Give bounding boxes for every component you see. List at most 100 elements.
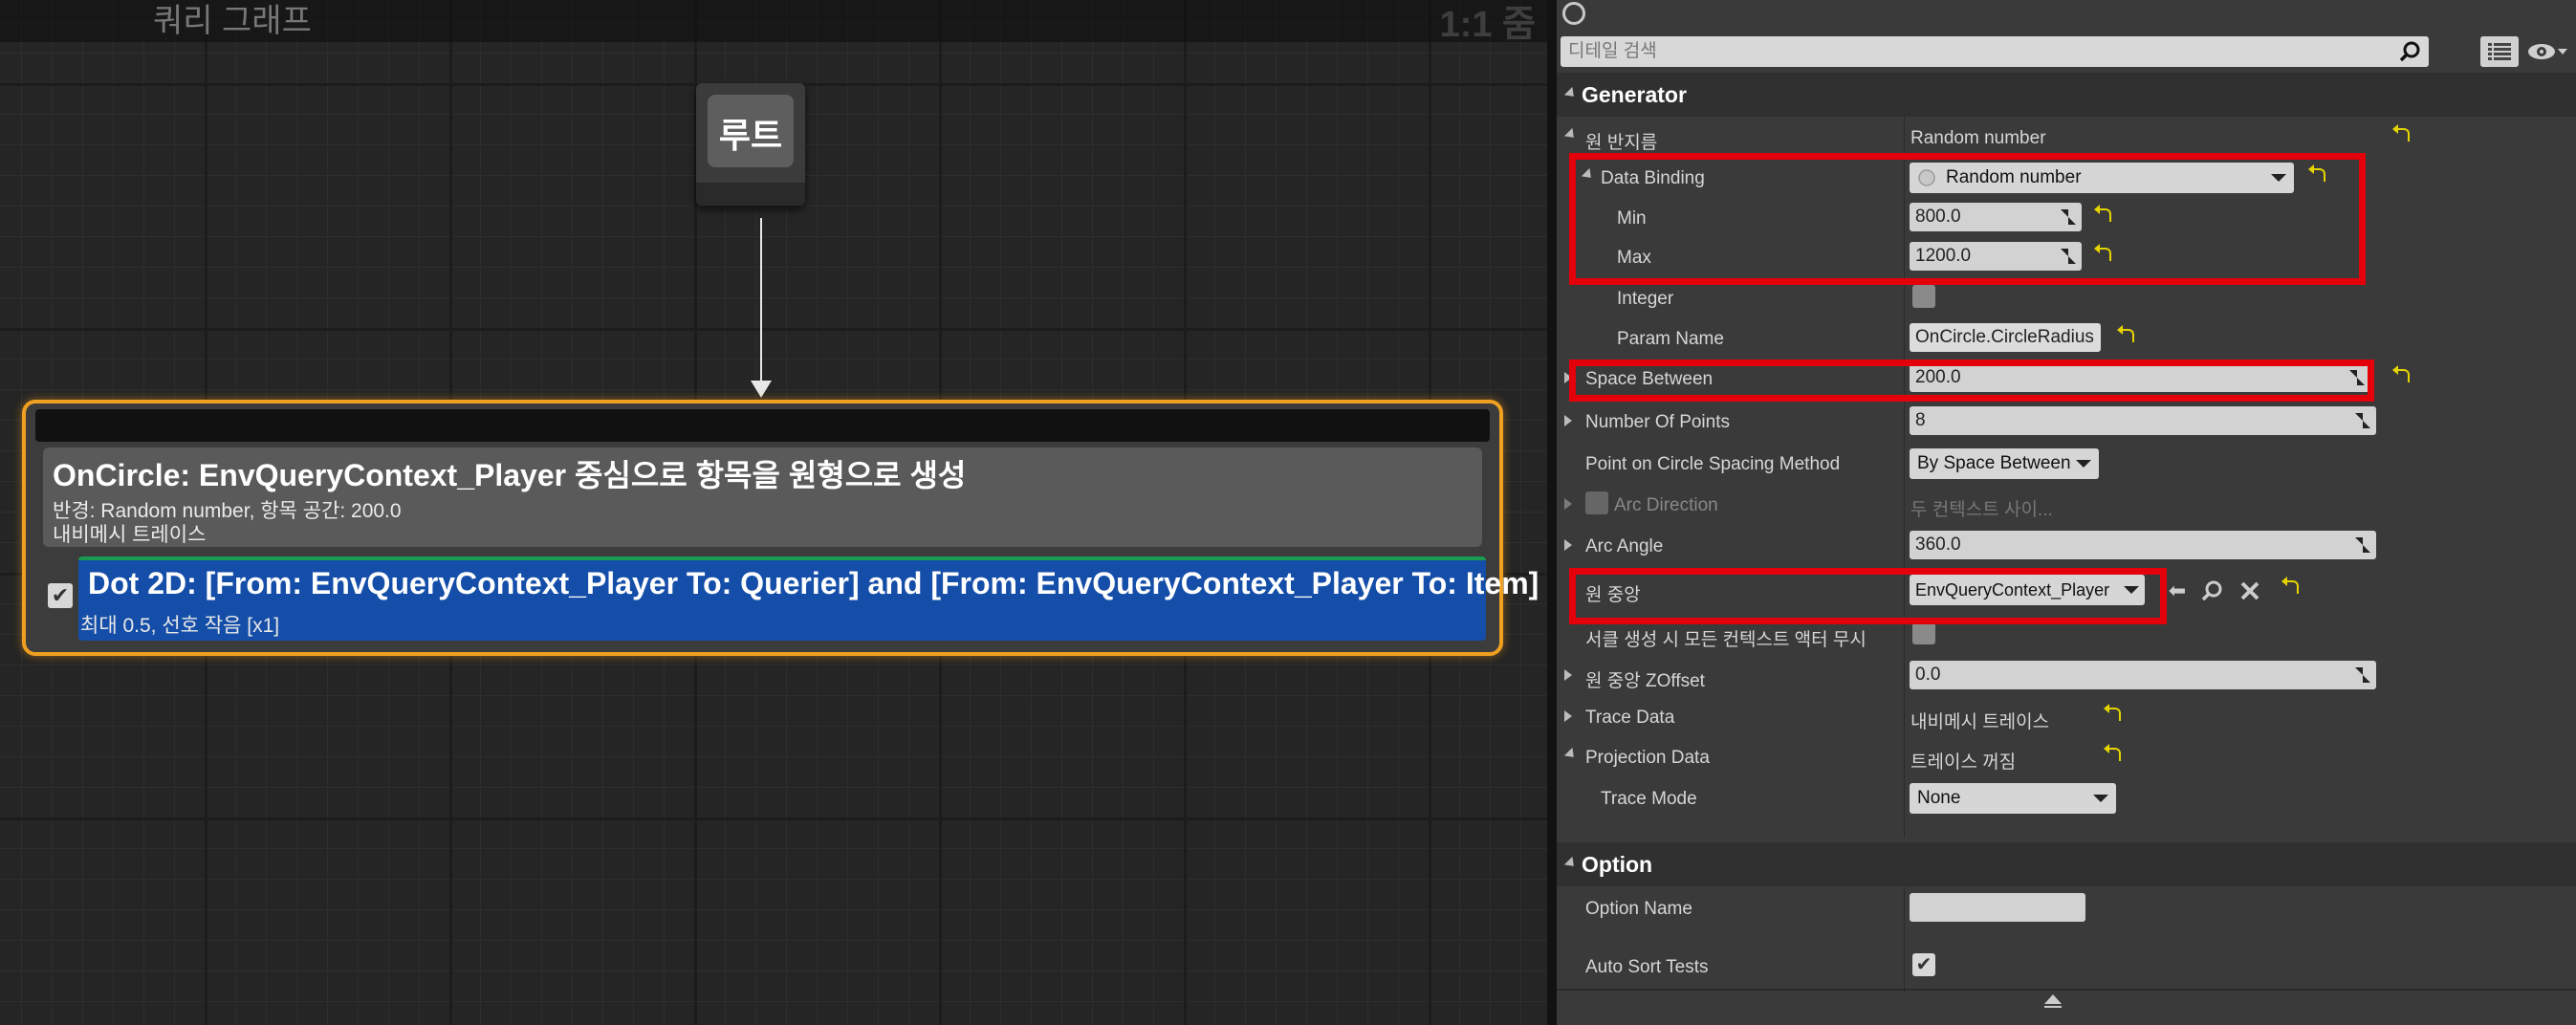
graph-title: 쿼리 그래프: [153, 3, 312, 39]
arc-angle-input[interactable]: 360.0: [1910, 531, 2376, 559]
number-of-points-value: 8: [1915, 410, 1926, 430]
root-output-pin[interactable]: [696, 183, 805, 206]
expand-arrow-icon[interactable]: [1581, 167, 1596, 183]
property-value: 두 컨텍스트 사이...: [1910, 500, 2053, 520]
collapse-arrow-icon[interactable]: [1563, 856, 1579, 871]
property-name: Integer: [1617, 289, 1674, 309]
property-name: Trace Data: [1585, 708, 1675, 728]
generator-input-pin[interactable]: [35, 409, 1490, 442]
chevron-down-icon: [2093, 795, 2108, 802]
panel-splitter[interactable]: [1547, 0, 1557, 1025]
expand-arrow-icon[interactable]: [1564, 415, 1572, 426]
browse-search-icon[interactable]: [2199, 578, 2224, 603]
property-name: Point on Circle Spacing Method: [1585, 454, 1841, 474]
min-input[interactable]: 800.0: [1910, 203, 2082, 231]
circle-center-dropdown[interactable]: EnvQueryContext_Player: [1910, 575, 2145, 605]
view-options-icon[interactable]: [2480, 36, 2519, 67]
property-name: 서클 생성 시 모든 컨텍스트 액터 무시: [1585, 630, 1867, 650]
generator-node-body[interactable]: OnCircle: EnvQueryContext_Player 중심으로 항목…: [43, 447, 1482, 547]
details-search-row: [1561, 36, 2568, 67]
drag-handle-icon[interactable]: [2355, 667, 2370, 683]
property-name: Data Binding: [1601, 168, 1705, 188]
chevron-down-icon: [2124, 586, 2139, 594]
auto-sort-tests-checkbox[interactable]: ✔: [1912, 953, 1935, 976]
drag-handle-icon[interactable]: [2061, 209, 2076, 225]
root-node-body: 루트: [708, 95, 794, 167]
use-selected-arrow-icon[interactable]: ⬅: [2165, 578, 2190, 603]
drag-handle-icon[interactable]: [2061, 249, 2076, 264]
expand-arrow-icon[interactable]: [1564, 372, 1572, 383]
arc-angle-value: 360.0: [1915, 534, 1961, 555]
collapse-arrow-icon[interactable]: [1563, 86, 1579, 101]
reset-to-default-icon[interactable]: [2281, 577, 2299, 594]
property-max: Max 1200.0: [1557, 238, 2576, 278]
details-search-input[interactable]: [1561, 36, 2429, 67]
property-name: Auto Sort Tests: [1585, 957, 1709, 977]
details-tab-icon[interactable]: [1562, 2, 1585, 25]
drag-handle-icon[interactable]: [2355, 537, 2370, 553]
expand-arrow-icon[interactable]: [1564, 539, 1572, 551]
chevron-down-icon: [2271, 174, 2286, 182]
category-label: Option: [1582, 852, 1653, 877]
reset-to-default-icon[interactable]: [2392, 365, 2410, 382]
radio-circle-icon: [1918, 169, 1935, 186]
center-zoffset-input[interactable]: 0.0: [1910, 661, 2376, 689]
property-name: Space Between: [1585, 369, 1714, 389]
trace-mode-value: None: [1917, 788, 1961, 808]
reset-to-default-icon[interactable]: [2104, 744, 2121, 761]
center-zoffset-value: 0.0: [1915, 665, 1941, 685]
number-of-points-input[interactable]: 8: [1910, 406, 2376, 435]
trace-mode-dropdown[interactable]: None: [1910, 783, 2116, 814]
option-name-input[interactable]: [1910, 893, 2085, 922]
reset-to-default-icon[interactable]: [2392, 124, 2410, 142]
property-auto-sort-tests: Auto Sort Tests ✔: [1557, 948, 2576, 988]
property-value: 트레이스 꺼짐: [1910, 752, 2017, 773]
expand-arrow-icon[interactable]: [1564, 669, 1572, 681]
expand-arrow-icon[interactable]: [1564, 498, 1572, 510]
expand-arrow-icon[interactable]: [1564, 710, 1572, 722]
test-enabled-checkbox[interactable]: ✔: [48, 583, 73, 608]
root-node[interactable]: 루트: [696, 83, 805, 206]
param-name-input[interactable]: OnCircle.CircleRadius: [1910, 323, 2101, 352]
max-input[interactable]: 1200.0: [1910, 242, 2082, 271]
param-name-value: OnCircle.CircleRadius: [1915, 327, 2094, 347]
spacing-method-dropdown[interactable]: By Space Between: [1910, 448, 2099, 479]
property-name: Arc Angle: [1585, 536, 1664, 556]
generator-node[interactable]: OnCircle: EnvQueryContext_Player 중심으로 항목…: [22, 400, 1539, 656]
generator-node-trace: 내비메시 트레이스: [53, 524, 207, 546]
category-option[interactable]: Option: [1557, 842, 2576, 886]
reset-to-default-icon[interactable]: [2094, 205, 2111, 222]
property-name: Number Of Points: [1585, 412, 1730, 432]
reset-to-default-icon[interactable]: [2104, 704, 2121, 721]
generator-node-title: OnCircle: EnvQueryContext_Player 중심으로 항목…: [53, 458, 967, 492]
show-advanced-icon[interactable]: [2044, 994, 2062, 1008]
reset-to-default-icon[interactable]: [2308, 164, 2325, 182]
graph-header-bar: 쿼리 그래프 1:1 줌: [0, 0, 1547, 45]
property-min: Min 800.0: [1557, 199, 2576, 239]
property-name: Max: [1617, 248, 1651, 268]
expand-arrow-icon[interactable]: [1563, 747, 1579, 762]
query-graph-panel[interactable]: 쿼리 그래프 1:1 줌 루트 OnCircle: EnvQueryContex…: [0, 0, 1547, 1025]
arc-direction-checkbox[interactable]: [1585, 491, 1608, 514]
property-name: 원 중앙 ZOffset: [1585, 671, 1705, 691]
category-generator[interactable]: Generator: [1557, 73, 2576, 117]
reset-to-default-icon[interactable]: [2117, 325, 2134, 342]
expand-arrow-icon[interactable]: [1563, 127, 1579, 142]
eye-icon[interactable]: [2526, 38, 2568, 65]
drag-handle-icon[interactable]: [2355, 413, 2370, 428]
clear-x-icon[interactable]: [2238, 578, 2262, 603]
data-binding-dropdown[interactable]: Random number: [1910, 163, 2294, 193]
reset-to-default-icon[interactable]: [2094, 244, 2111, 261]
property-name: Trace Mode: [1601, 789, 1697, 809]
property-name: Arc Direction: [1614, 495, 1718, 515]
search-icon[interactable]: [2398, 40, 2421, 63]
integer-checkbox[interactable]: [1912, 285, 1935, 308]
property-name: 원 반지름: [1585, 133, 1658, 153]
ignore-context-actors-checkbox[interactable]: [1912, 622, 1935, 644]
property-integer: Integer: [1557, 279, 2576, 319]
drag-handle-icon[interactable]: [2349, 370, 2365, 385]
connection-wire: [760, 218, 762, 390]
space-between-input[interactable]: 200.0: [1910, 363, 2370, 392]
property-option-name: Option Name: [1557, 889, 2576, 929]
dot-test-node[interactable]: Dot 2D: [From: EnvQueryContext_Player To…: [78, 556, 1539, 641]
